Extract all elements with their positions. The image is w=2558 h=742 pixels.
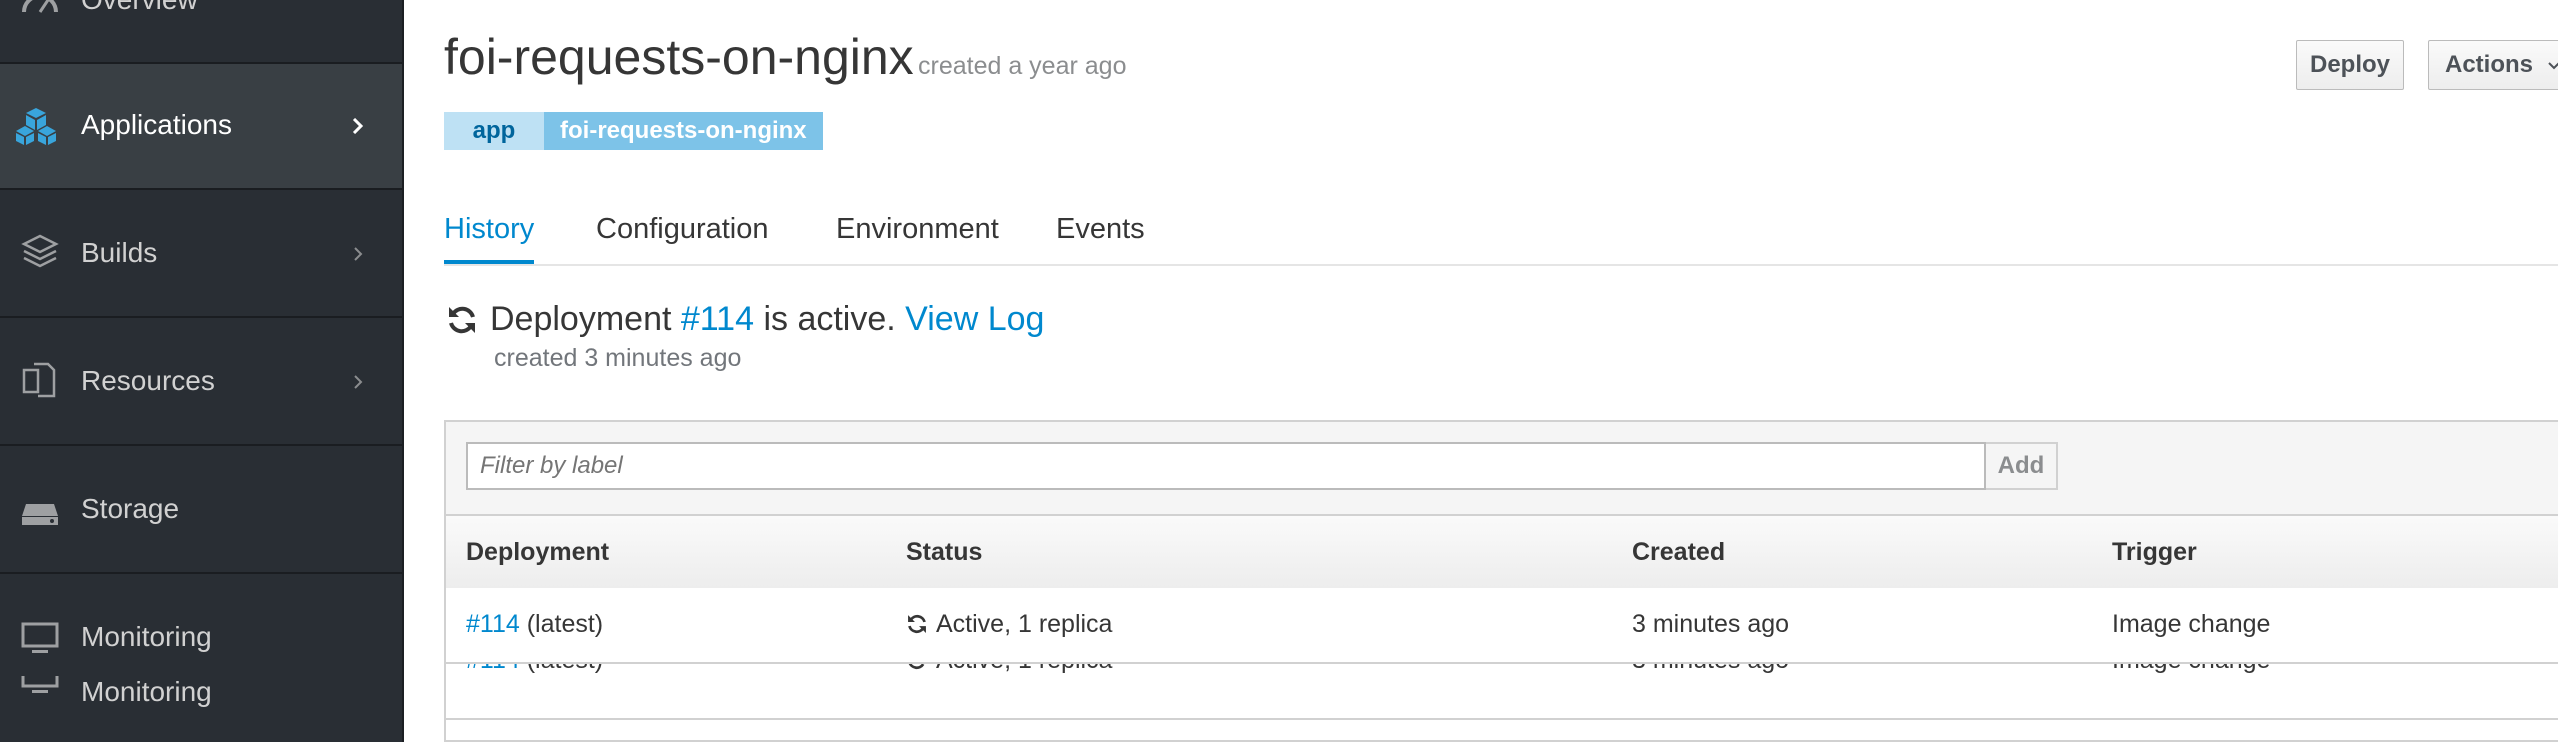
monitor-icon (21, 676, 59, 693)
deployment-created: created 3 minutes ago (494, 344, 742, 372)
tab-history[interactable]: History (444, 196, 535, 264)
chevron-right-icon (354, 247, 363, 261)
sidebar-item-label: Storage (81, 493, 180, 524)
status-cell: Active, 1 replica (906, 664, 1112, 675)
actions-button-label: Actions (2445, 51, 2534, 78)
hard-drive-icon (22, 504, 58, 525)
table-header: Deployment Status Created Trigger (446, 516, 2558, 590)
deployment-cell: #114 (latest) (466, 664, 603, 675)
deployments-panel: Add Deployment Status Created Trigger #1… (444, 420, 2558, 742)
trigger-cell: Image change (2112, 610, 2271, 638)
page-title: foi-requests-on-nginx (444, 29, 914, 85)
chevron-right-icon (354, 375, 363, 389)
column-header-created[interactable]: Created (1632, 516, 1725, 588)
refresh-icon (908, 664, 925, 670)
deploy-button-label: Deploy (2309, 51, 2390, 78)
sidebar-item-label: Applications (81, 109, 232, 140)
deploy-button[interactable]: Deploy (2296, 40, 2404, 90)
deployment-status-text: is active. (763, 300, 896, 338)
deployment-number-link[interactable]: #114 (681, 300, 754, 338)
tab-events[interactable]: Events (1056, 196, 1145, 264)
main-content: foi-requests-on-nginx created a year ago… (404, 0, 2558, 742)
column-header-deployment[interactable]: Deployment (466, 516, 609, 588)
status-text: Active, 1 replica (936, 664, 1112, 674)
chevron-down-icon (2548, 62, 2558, 70)
layers-icon (21, 234, 59, 268)
deployment-cell: #114 (latest) (466, 610, 603, 639)
sidebar-item-overview[interactable]: Overview (0, 0, 402, 64)
created-cell: 3 minutes ago (1632, 610, 1790, 638)
sidebar-item-label: Builds (81, 237, 158, 268)
tab-environment[interactable]: Environment (836, 196, 999, 264)
deployment-tag: (latest) (526, 610, 604, 638)
table-row: #114 (latest) Active, 1 replica 3 minute… (446, 664, 2558, 720)
deployment-status-prefix: Deployment (490, 300, 672, 338)
filter-input[interactable] (466, 442, 1986, 490)
label-value[interactable]: foi-requests-on-nginx (544, 112, 823, 150)
monitor-icon (21, 622, 59, 653)
refresh-icon (449, 306, 475, 334)
deployment-link[interactable]: #114 (466, 664, 520, 674)
tachometer-icon (22, 0, 58, 13)
trigger-cell: Image change (2112, 664, 2270, 675)
sidebar-item-applications[interactable]: Applications (0, 64, 402, 190)
column-header-status[interactable]: Status (906, 516, 982, 588)
table-row: #114 (latest) Active, 1 replica 3 minute… (446, 588, 2558, 664)
deployment-link[interactable]: #114 (466, 610, 520, 638)
created-cell: 3 minutes ago (1632, 664, 1789, 675)
sidebar-item-monitoring[interactable]: Monitoring Monitoring (0, 576, 402, 742)
label-key[interactable]: app (444, 112, 544, 150)
filter-bar: Add (446, 422, 2558, 516)
status-text: Active, 1 replica (936, 610, 1113, 638)
tab-bar: History Configuration Environment Events (444, 196, 2558, 266)
refresh-icon (908, 614, 926, 634)
cubes-icon (16, 108, 56, 145)
copy-files-icon (22, 362, 56, 398)
sidebar-item-label: Monitoring (81, 621, 212, 652)
sidebar-item-label: Monitoring (81, 676, 212, 707)
page-subtitle: created a year ago (918, 52, 1127, 80)
sidebar-item-resources[interactable]: Resources (0, 320, 402, 446)
sidebar-item-builds[interactable]: Builds (0, 192, 402, 318)
deployment-tag: (latest) (527, 664, 603, 674)
status-cell: Active, 1 replica (906, 610, 1112, 639)
sidebar-item-label: Resources (81, 365, 215, 396)
view-log-link[interactable]: View Log (905, 300, 1044, 338)
sidebar-nav: Overview Applications Builds Resources S… (0, 0, 404, 742)
tab-configuration[interactable]: Configuration (596, 196, 769, 264)
add-filter-button[interactable]: Add (1986, 442, 2058, 490)
deployment-status-line: Deployment #114 is active. View Log (490, 300, 1044, 339)
column-header-trigger[interactable]: Trigger (2112, 516, 2197, 588)
chevron-right-icon (352, 118, 364, 134)
sidebar-item-storage[interactable]: Storage (0, 448, 402, 574)
actions-button[interactable]: Actions (2428, 40, 2558, 90)
sidebar-item-label: Overview (81, 0, 198, 16)
